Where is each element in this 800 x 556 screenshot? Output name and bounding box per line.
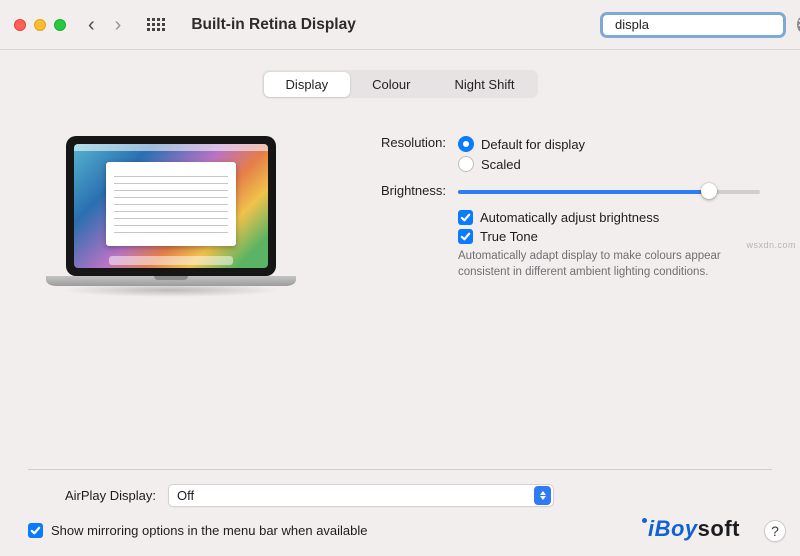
watermark: wsxdn.com [746,240,796,250]
airplay-value: Off [177,488,194,503]
brightness-slider[interactable] [458,182,760,200]
window-title: Built-in Retina Display [191,16,592,34]
resolution-scaled-option[interactable]: Scaled [458,154,776,174]
window-controls [14,19,66,31]
true-tone-label: True Tone [480,229,538,244]
search-input[interactable] [615,17,791,32]
checkmark-icon [28,523,43,538]
airplay-select[interactable]: Off [168,484,554,507]
minimize-icon[interactable] [34,19,46,31]
titlebar: ‹ › Built-in Retina Display ✕ [0,0,800,50]
resolution-default-option[interactable]: Default for display [458,134,776,154]
auto-brightness-checkbox[interactable]: Automatically adjust brightness [458,208,776,227]
tab-night-shift[interactable]: Night Shift [432,72,536,97]
radio-icon [458,156,474,172]
true-tone-note: Automatically adapt display to make colo… [458,249,768,280]
true-tone-checkbox[interactable]: True Tone [458,227,776,246]
display-preview [46,136,296,297]
nav-arrows: ‹ › [88,15,121,35]
resolution-default-label: Default for display [481,137,585,152]
divider [28,469,772,470]
search-field[interactable]: ✕ [600,12,786,38]
help-button[interactable]: ? [764,520,786,542]
slider-knob-icon[interactable] [701,183,717,199]
resolution-scaled-label: Scaled [481,157,521,172]
tab-group: Display Colour Night Shift [262,70,538,98]
zoom-icon[interactable] [54,19,66,31]
back-button[interactable]: ‹ [88,15,95,35]
tab-colour[interactable]: Colour [350,72,432,97]
show-all-icon[interactable] [147,18,165,31]
forward-button: › [115,15,122,35]
airplay-label: AirPlay Display: [28,488,156,503]
mirroring-label: Show mirroring options in the menu bar w… [51,523,368,538]
auto-brightness-label: Automatically adjust brightness [480,210,659,225]
brand-logo: iBoysoft [642,516,740,542]
chevron-updown-icon [534,486,551,505]
checkmark-icon [458,229,473,244]
close-icon[interactable] [14,19,26,31]
tab-display[interactable]: Display [264,72,351,97]
brightness-label: Brightness: [358,182,458,198]
checkmark-icon [458,210,473,225]
resolution-label: Resolution: [358,134,458,150]
radio-icon [458,136,474,152]
